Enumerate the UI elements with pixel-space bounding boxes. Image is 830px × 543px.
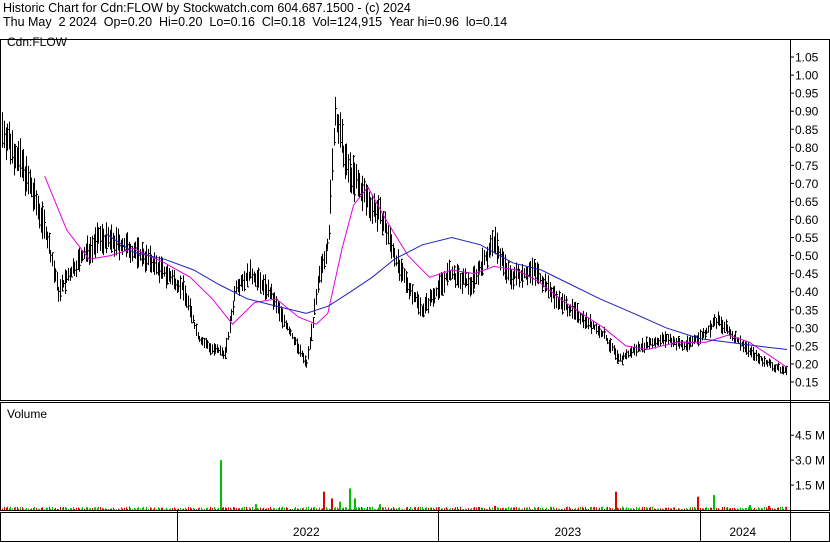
volume-bar-major bbox=[339, 501, 341, 510]
price-tick-label: 0.95 bbox=[795, 87, 819, 101]
volume-bar-major bbox=[331, 498, 333, 510]
time-axis-frame bbox=[0, 512, 830, 542]
price-axis: 1.05 1.00 0.95 0.90 0.85 0.80 0.75 0.70 0.65 0.60… bbox=[790, 51, 819, 389]
price-tick-label: 0.90 bbox=[795, 105, 819, 119]
price-tick-label: 0.70 bbox=[795, 177, 819, 191]
price-tick-label: 0.50 bbox=[795, 249, 819, 263]
price-tick-label: 0.45 bbox=[795, 267, 819, 281]
volume-bar-major bbox=[323, 491, 325, 510]
year-label: 2023 bbox=[554, 525, 581, 539]
price-tick-label: 0.25 bbox=[795, 339, 819, 353]
price-tick-label: 0.15 bbox=[795, 375, 819, 389]
time-axis: 2022 2023 2024 bbox=[177, 510, 756, 541]
price-tick-label: 1.05 bbox=[795, 51, 819, 65]
price-tick-label: 0.85 bbox=[795, 123, 819, 137]
volume-bar-major bbox=[349, 488, 351, 510]
chart-frames bbox=[0, 39, 830, 542]
volume-axis: 4.5 M 3.0 M 1.5 M bbox=[790, 429, 825, 493]
moving-average-long-line bbox=[106, 233, 788, 350]
price-bars bbox=[2, 96, 788, 376]
price-tick-label: 0.35 bbox=[795, 303, 819, 317]
volume-tick-label: 1.5 M bbox=[795, 479, 825, 493]
year-label: 2022 bbox=[293, 525, 320, 539]
volume-bar-major bbox=[379, 504, 381, 510]
volume-bar-major bbox=[697, 496, 699, 510]
volume-panel-frame bbox=[0, 402, 830, 511]
price-tick-label: 0.55 bbox=[795, 231, 819, 245]
volume-bar-major bbox=[494, 505, 496, 510]
volume-bar-major bbox=[255, 504, 257, 510]
price-tick-label: 0.30 bbox=[795, 321, 819, 335]
price-tick-label: 0.40 bbox=[795, 285, 819, 299]
volume-bar-major bbox=[354, 498, 356, 510]
volume-bar-major bbox=[220, 460, 222, 510]
price-tick-label: 0.80 bbox=[795, 141, 819, 155]
volume-bar-major bbox=[768, 505, 770, 510]
volume-bar-major bbox=[713, 495, 715, 510]
volume-bar-major bbox=[615, 491, 617, 510]
price-tick-label: 0.75 bbox=[795, 159, 819, 173]
volume-tick-label: 3.0 M bbox=[795, 454, 825, 468]
volume-tick-label: 4.5 M bbox=[795, 429, 825, 443]
stock-chart: 1.05 1.00 0.95 0.90 0.85 0.80 0.75 0.70 0.65 0.60… bbox=[0, 35, 830, 542]
price-tick-label: 0.65 bbox=[795, 195, 819, 209]
price-tick-label: 1.00 bbox=[795, 69, 819, 83]
price-tick-label: 0.20 bbox=[795, 357, 819, 371]
price-tick-label: 0.60 bbox=[795, 213, 819, 227]
price-panel-frame bbox=[0, 39, 830, 401]
volume-bars bbox=[2, 460, 787, 510]
volume-panel-title: Volume bbox=[7, 407, 47, 421]
year-label: 2024 bbox=[729, 525, 756, 539]
price-panel-title: Cdn:FLOW bbox=[7, 35, 68, 49]
volume-bar-major bbox=[749, 505, 751, 510]
